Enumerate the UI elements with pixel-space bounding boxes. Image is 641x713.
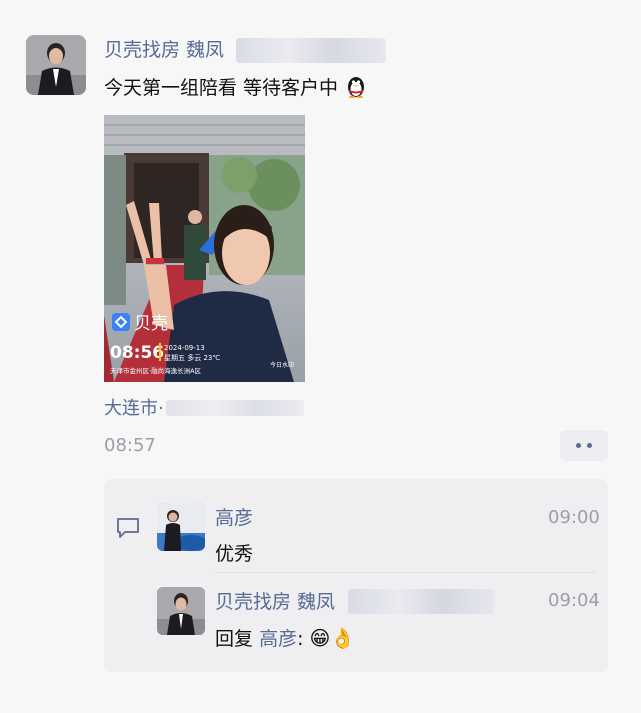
comment-time: 09:00 <box>548 507 600 528</box>
comment-author[interactable]: 贝壳找房 魏凤 <box>215 590 335 614</box>
reply-colon: : <box>297 628 304 650</box>
reply-target[interactable]: 高彦 <box>259 628 297 650</box>
redacted-name-suffix <box>236 38 386 63</box>
redacted-location <box>166 400 304 416</box>
more-dot-icon <box>576 443 581 448</box>
post-location[interactable]: 大连市· <box>104 397 164 421</box>
post-author-name[interactable]: 贝壳找房 魏凤 <box>104 38 224 62</box>
redacted-name-suffix <box>348 589 494 614</box>
photo-weather: 星期五 多云 23℃ <box>164 353 220 362</box>
comment-time: 09:04 <box>548 590 600 611</box>
comment-divider <box>215 572 595 573</box>
post-text-content: 今天第一组陪看 等待客户中 <box>104 77 339 99</box>
penguin-emoji-icon <box>344 74 368 105</box>
photo-date: 2024-09-13 <box>164 344 205 352</box>
photo-clock: 08:56 <box>110 343 164 363</box>
comment-author[interactable]: 高彦 <box>215 506 253 530</box>
photo-brand: 贝壳 <box>134 314 168 334</box>
photo-stamp: 今日水印 <box>270 361 294 369</box>
comment-text[interactable]: 优秀 <box>215 541 253 567</box>
more-actions-button[interactable] <box>560 430 608 461</box>
author-avatar[interactable] <box>26 35 86 95</box>
commenter-avatar[interactable] <box>157 503 205 551</box>
grin-and-ok-emoji-icon: 😁👌 <box>309 626 356 650</box>
post-time: 08:57 <box>104 435 156 456</box>
commenter-avatar[interactable] <box>157 587 205 635</box>
comment-reply[interactable]: 回复 高彦: 😁👌 <box>215 625 355 652</box>
post-text: 今天第一组陪看 等待客户中 <box>104 74 368 105</box>
more-dot-icon <box>587 443 592 448</box>
comment-icon <box>116 517 140 543</box>
photo-address: 天津市金州区·融尚海逸长洲A区 <box>110 366 202 375</box>
reply-prefix: 回复 <box>215 628 254 650</box>
post-photo[interactable]: 贝壳 08:56 2024-09-13 星期五 多云 23℃ 天津市金州区·融尚… <box>104 115 305 382</box>
